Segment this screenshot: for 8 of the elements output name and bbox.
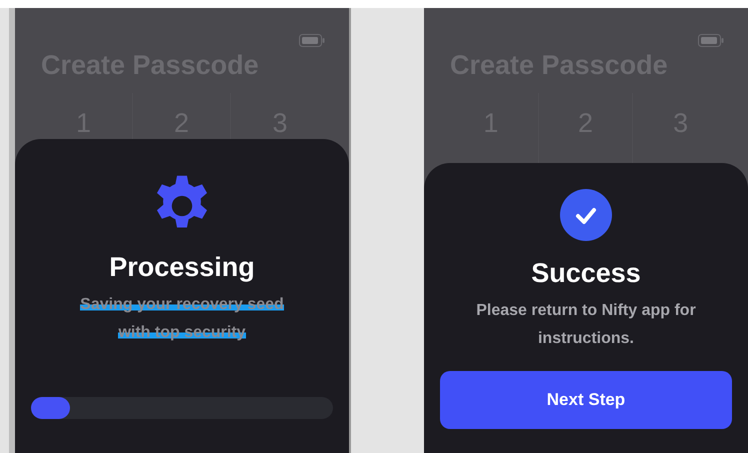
check-circle-icon xyxy=(560,188,612,241)
battery-icon xyxy=(698,34,724,47)
sheet-heading: Success xyxy=(531,256,641,290)
sheet-heading: Processing xyxy=(109,250,255,284)
sheet-message: Saving your recovery seed with top security xyxy=(79,294,285,342)
next-step-button[interactable]: Next Step xyxy=(440,370,732,428)
battery-icon xyxy=(299,34,325,47)
sheet-message: Please return to Nifty app for instructions. xyxy=(475,300,697,348)
